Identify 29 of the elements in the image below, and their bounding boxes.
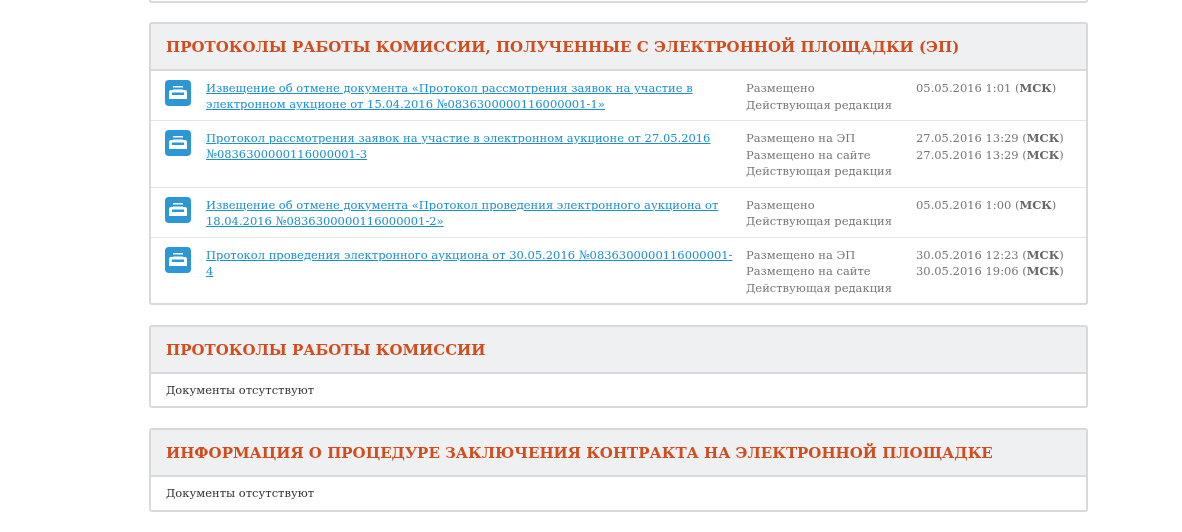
- status-label: Размещено на ЭП: [746, 246, 857, 263]
- document-link[interactable]: Протокол проведения электронного аукциона от 30.05.2016 №0836300000116000001-4: [206, 246, 734, 279]
- document-link[interactable]: Протокол рассмотрения заявок на участие в электронном аукционе от 27.05.2016 №0836300000116000001-3: [206, 130, 734, 162]
- document-link[interactable]: Извещение об отмене документа «Протокол проведения электронного аукциона от 18.04.2016 №0836300000116000001-2»: [206, 196, 734, 229]
- status-label: Действующая редакция: [746, 96, 893, 113]
- date-text: 05.05.2016 1:01 (МСК): [916, 80, 1057, 97]
- status-label: Размещено: [746, 196, 816, 213]
- date-text: 27.05.2016 13:29 (МСК): [916, 130, 1064, 147]
- section-heading: ПРОТОКОЛЫ РАБОТЫ КОМИССИИ: [166, 340, 486, 360]
- date-text: 30.05.2016 19:06 (МСК): [916, 263, 1064, 280]
- status-label: Действующая редакция: [746, 213, 893, 230]
- status-label: Действующая редакция: [746, 163, 893, 180]
- date-text: 05.05.2016 1:00 (МСК): [916, 196, 1057, 213]
- printer-icon[interactable]: [165, 80, 191, 106]
- status-label: Размещено на сайте: [746, 263, 872, 280]
- printer-icon[interactable]: [165, 196, 191, 223]
- section-heading: ИНФОРМАЦИЯ О ПРОЦЕДУРЕ ЗАКЛЮЧЕНИЯ КОНТРАКТА НА ЭЛЕКТРОННОЙ ПЛОЩАДКЕ: [166, 443, 993, 464]
- document-link[interactable]: Извещение об отмене документа «Протокол рассмотрения заявок на участие в электронном аукционе от 15.04.2016 №0836300000116000001-1»: [206, 80, 734, 112]
- printer-icon[interactable]: [165, 130, 191, 156]
- empty-message: Документы отсутствуют: [165, 382, 316, 399]
- status-label: Размещено: [746, 80, 816, 97]
- printer-icon[interactable]: [165, 246, 191, 273]
- status-label: Действующая редакция: [746, 279, 893, 296]
- status-label: Размещено на ЭП: [746, 130, 857, 147]
- date-text: 27.05.2016 13:29 (МСК): [916, 146, 1064, 163]
- empty-message: Документы отсутствуют: [165, 485, 316, 503]
- status-label: Размещено на сайте: [746, 146, 872, 163]
- section-heading: ПРОТОКОЛЫ РАБОТЫ КОМИССИИ, ПОЛУЧЕННЫЕ С ЭЛЕКТРОННОЙ ПЛОЩАДКИ (ЭП): [166, 37, 960, 57]
- date-text: 30.05.2016 12:23 (МСК): [916, 246, 1064, 263]
